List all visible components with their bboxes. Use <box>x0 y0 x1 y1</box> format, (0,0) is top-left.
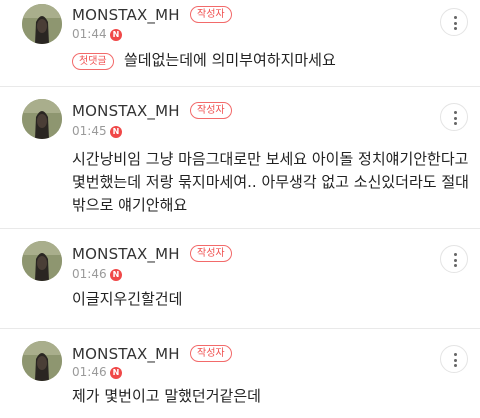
comment-item: MONSTAX_MH 작성자 01:46 N 제가 몇번이고 말했던거같은데 <box>0 329 480 418</box>
comment-time: 01:44 <box>72 27 107 41</box>
new-badge: N <box>110 269 122 281</box>
new-badge: N <box>110 29 122 41</box>
more-vertical-icon <box>453 253 457 256</box>
author-badge: 작성자 <box>190 345 232 362</box>
more-vertical-icon <box>453 353 457 356</box>
comment-time: 01:46 <box>72 267 107 281</box>
comment-text: 제가 몇번이고 말했던거같은데 <box>72 387 261 405</box>
more-vertical-icon <box>453 111 457 114</box>
more-options-button[interactable] <box>440 345 468 373</box>
more-options-button[interactable] <box>440 8 468 36</box>
comment-text: 이글지우긴할건데 <box>72 290 183 308</box>
username[interactable]: MONSTAX_MH <box>72 6 180 24</box>
comment-time: 01:46 <box>72 365 107 379</box>
first-reply-badge: 첫댓글 <box>72 53 114 70</box>
comment-text-line: 시간낭비임 그냥 마음그대로만 보세요 아이돌 정치얘기안한다고 <box>72 150 469 168</box>
username[interactable]: MONSTAX_MH <box>72 102 180 120</box>
comment-time: 01:45 <box>72 124 107 138</box>
comment-text: 쓸데없는데에 의미부여하지마세요 <box>124 51 336 69</box>
new-badge: N <box>110 126 122 138</box>
avatar-image <box>22 99 62 139</box>
avatar-image <box>22 4 62 44</box>
comment-text-line: 밖으로 얘기안해요 <box>72 196 188 214</box>
avatar-image <box>22 241 62 281</box>
avatar[interactable] <box>22 341 62 381</box>
new-badge: N <box>110 367 122 379</box>
comment-item: MONSTAX_MH 작성자 01:46 N 이글지우긴할건데 <box>0 229 480 328</box>
author-badge: 작성자 <box>190 102 232 119</box>
avatar[interactable] <box>22 4 62 44</box>
comment-text-line: 몇번했는데 저랑 묶지마세여.. 아무생각 없고 소신있더라도 절대 <box>72 173 469 191</box>
more-options-button[interactable] <box>440 245 468 273</box>
avatar-image <box>22 341 62 381</box>
username[interactable]: MONSTAX_MH <box>72 245 180 263</box>
more-vertical-icon <box>453 16 457 19</box>
comment-item: MONSTAX_MH 작성자 01:44 N 첫댓글 쓸데없는데에 의미부여하지… <box>0 0 480 86</box>
more-options-button[interactable] <box>440 103 468 131</box>
comment-item: MONSTAX_MH 작성자 01:45 N 시간낭비임 그냥 마음그대로만 보… <box>0 87 480 228</box>
author-badge: 작성자 <box>190 6 232 23</box>
avatar[interactable] <box>22 99 62 139</box>
username[interactable]: MONSTAX_MH <box>72 345 180 363</box>
avatar[interactable] <box>22 241 62 281</box>
author-badge: 작성자 <box>190 245 232 262</box>
